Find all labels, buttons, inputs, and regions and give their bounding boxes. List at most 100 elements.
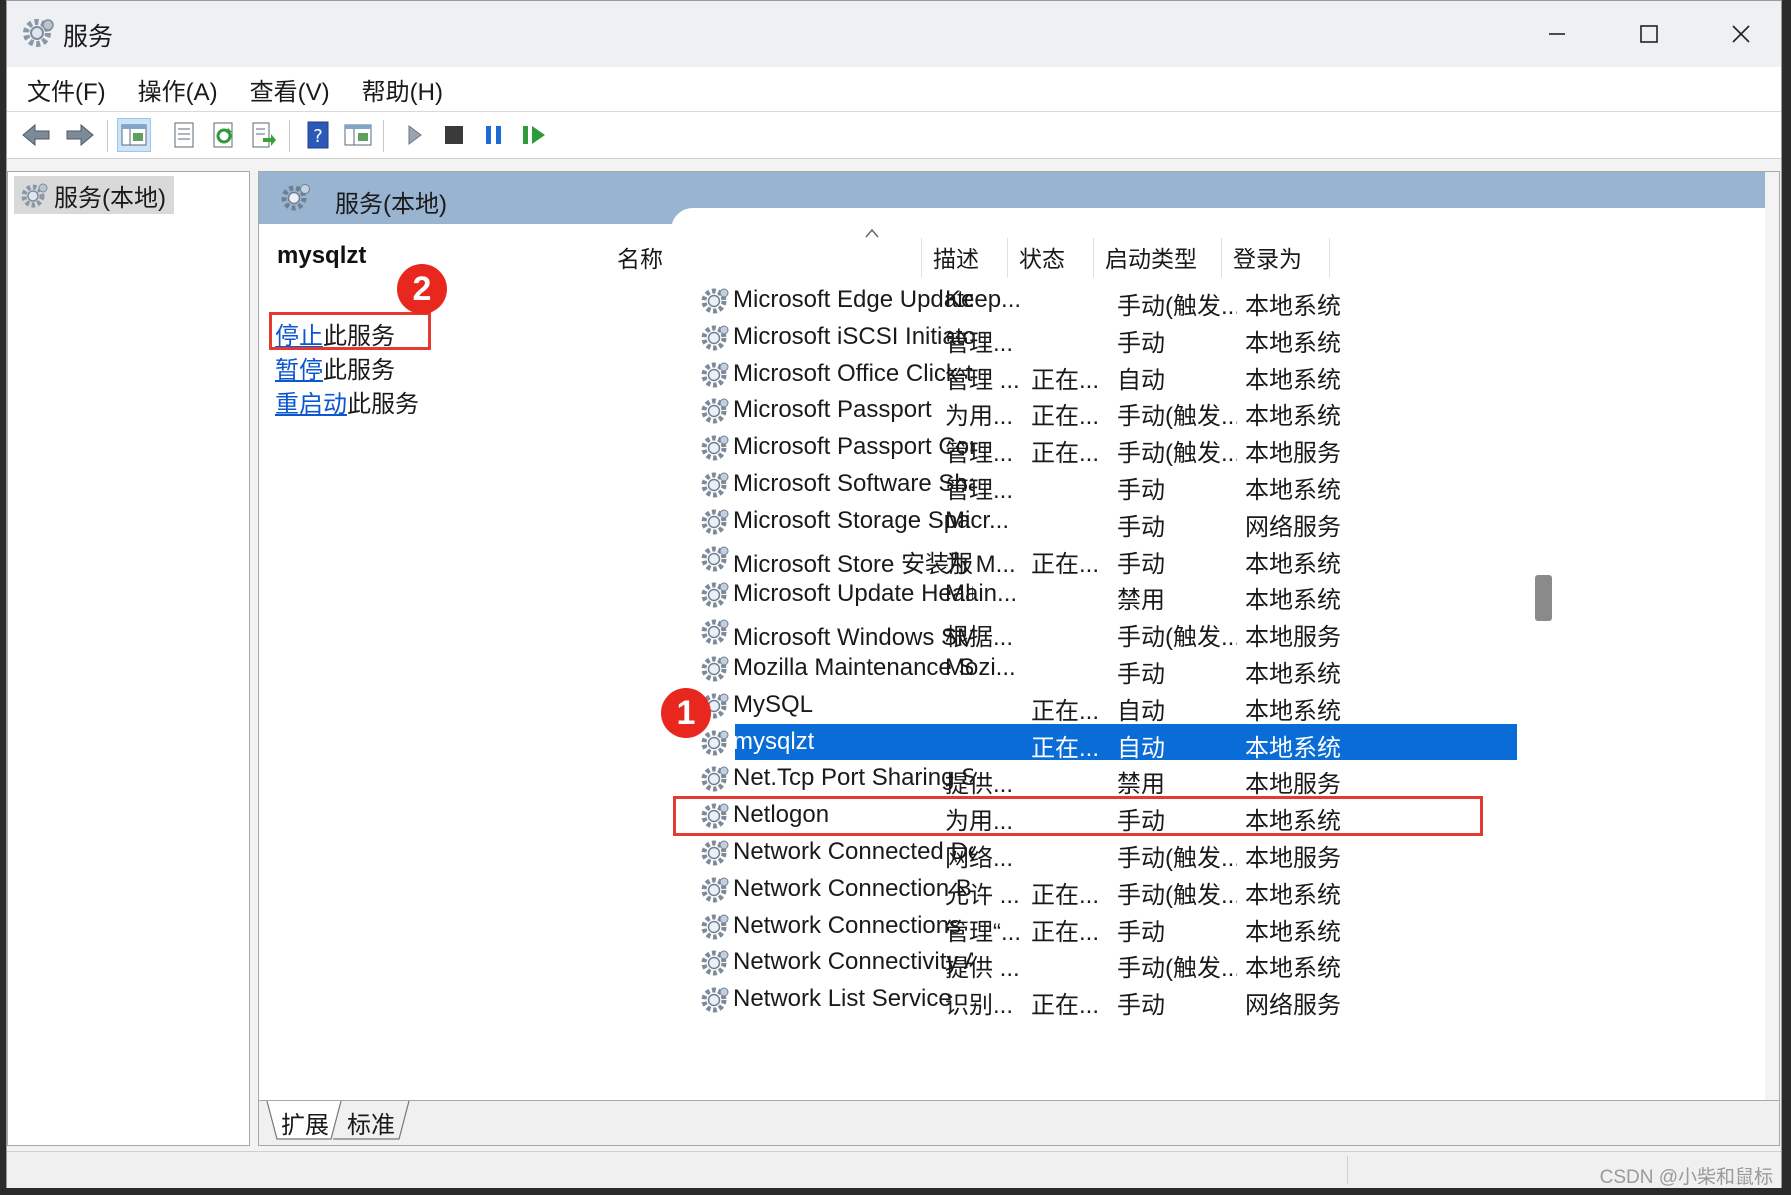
cell-log-on-as: 本地系统 [1245,697,1341,725]
refresh-button[interactable] [207,118,241,152]
cell-startup-type: 禁用 [1117,587,1165,615]
export-list-button[interactable] [247,118,281,152]
back-button[interactable] [19,118,53,152]
stop-service-button[interactable] [437,118,471,152]
service-row[interactable]: Network List Service 识别... 正在... 手动 网络服务 [697,979,1779,1021]
menu-file[interactable]: 文件(F) [27,72,106,107]
cell-name: Microsoft Software Shado... [733,470,973,497]
forward-button[interactable] [63,118,97,152]
maximize-button[interactable] [1603,1,1695,67]
tab-standard[interactable]: 标准 [341,1103,401,1141]
column-divider[interactable] [1007,238,1008,278]
service-row[interactable]: Microsoft Office Click-to-R...管理 ... 正在..… [697,354,1779,396]
column-divider[interactable] [1329,238,1330,278]
properties-button[interactable] [167,118,201,152]
menu-view[interactable]: 查看(V) [250,72,330,107]
service-row[interactable]: mysqlzt 正在... 自动 本地系统 [697,722,1779,764]
back-icon [22,123,50,147]
help-icon: ? [307,121,329,149]
column-divider[interactable] [1093,238,1094,278]
cell-description: 允许 ... [945,881,1020,909]
service-row[interactable]: Network Connection Broker允许 ... 正在... 手动(触… [697,869,1779,911]
cell-description: Keep... [945,286,1022,313]
services-list: Microsoft Edge Update Ser...Keep... 手动(触发… [697,280,1779,1072]
service-gear-icon [699,395,731,427]
service-row[interactable]: Microsoft Passport 为用... 正在... 手动(触发... 本地系统 [697,390,1779,432]
service-row[interactable]: MySQL 正在... 自动 本地系统 [697,685,1779,727]
cell-startup-type: 手动 [1117,513,1165,541]
cell-description: 管理... [945,329,1014,357]
cell-name: Network Connectivity Assis... [733,948,973,976]
cell-log-on-as: 本地系统 [1245,329,1341,357]
sort-ascending-icon [865,228,879,238]
service-row[interactable]: Microsoft Software Shado...管理... 手动 本地系统 [697,464,1779,506]
service-row[interactable]: Net.Tcp Port Sharing Service提供... 禁用 本地服务 [697,758,1779,800]
window-title: 服务 [63,23,114,51]
column-header-description[interactable]: 描述 [933,236,979,278]
cell-log-on-as: 本地系统 [1245,955,1341,983]
service-row[interactable]: Microsoft Passport Container管理... 正在... 手动… [697,427,1779,469]
cell-startup-type: 自动 [1117,734,1165,762]
column-header-startup-type[interactable]: 启动类型 [1105,236,1197,278]
service-row[interactable]: Mozilla Maintenance ServiceMozi... 手动 本地系统 [697,648,1779,690]
cell-status: 正在... [1031,550,1100,578]
details-view-button[interactable] [341,118,375,152]
service-row[interactable]: Microsoft iSCSI Initiator Ser...管理... 手动 本… [697,317,1779,359]
cell-description: 为用... [945,403,1014,431]
toolbar-separator [107,120,108,152]
toolbar-separator [383,120,384,152]
toolbar: ? [7,112,1781,159]
minimize-button[interactable] [1511,1,1603,67]
service-row[interactable]: Network Connectivity Assis...提供 ... 手动(触发… [697,942,1779,984]
start-service-button[interactable] [397,118,431,152]
tree-item-services-local[interactable]: 服务(本地) [14,176,174,214]
panel-header-title: 服务(本地) [335,191,447,218]
services-window: 服务 文件(F) 操作(A) 查看(V) 帮助(H) ? 服务(本地) 服务(本… [6,0,1782,1188]
service-row[interactable]: Network Connected Devic...网络... 手动(触发... 本… [697,832,1779,874]
service-row[interactable]: Network Connections 管理“... 正在... 手动 本地系统 [697,906,1779,948]
cell-startup-type: 手动 [1117,661,1165,688]
cell-log-on-as: 网络服务 [1245,992,1341,1020]
restart-service-action: 重启动此服务 [275,384,419,419]
scrollbar-thumb[interactable] [1535,575,1552,621]
service-row[interactable]: Microsoft Windows SMS 路...根据... 手动(触发... 本… [697,611,1779,653]
cell-startup-type: 禁用 [1117,771,1165,799]
cell-log-on-as: 本地系统 [1245,403,1341,431]
refresh-icon [213,122,233,148]
view-tabs: 扩展 标准 [258,1101,1780,1146]
show-console-tree-button[interactable] [117,118,151,152]
services-panel: 服务(本地) mysqlzt 停止此服务 暂停此服务 重启动此服务 2 名称 描… [258,171,1780,1101]
restart-service-link[interactable]: 重启动 [275,391,347,418]
service-row[interactable]: Microsoft Store 安装服务为 M... 正在... 手动 本地系统 [697,538,1779,580]
resume-service-button[interactable] [517,118,551,152]
vertical-scrollbar[interactable] [1765,172,1779,1100]
close-button[interactable] [1695,1,1787,67]
column-header-log-on-as[interactable]: 登录为 [1233,236,1302,278]
column-header-status[interactable]: 状态 [1019,236,1065,278]
column-divider[interactable] [921,238,922,278]
menu-action[interactable]: 操作(A) [138,72,218,107]
pause-service-icon [486,126,501,144]
service-row[interactable]: Microsoft Edge Update Ser...Keep... 手动(触发… [697,280,1779,322]
cell-status: 正在... [1031,697,1100,725]
pause-service-link[interactable]: 暂停 [275,357,323,384]
cell-description: 管理... [945,477,1014,504]
help-button[interactable]: ? [301,118,335,152]
tab-extended[interactable]: 扩展 [275,1103,335,1141]
service-row[interactable]: Microsoft Update Health S...Main... 禁用 本地系… [697,574,1779,616]
cell-description: Main... [945,580,1018,608]
minimize-icon [1549,33,1565,35]
pause-service-button[interactable] [477,118,511,152]
title-bar[interactable]: 服务 [7,1,1781,67]
column-header-name[interactable]: 名称 [617,236,663,278]
cell-log-on-as: 本地系统 [1245,550,1341,578]
cell-name: Microsoft Edge Update Ser... [733,286,973,313]
column-divider[interactable] [1221,238,1222,278]
service-row[interactable]: Microsoft Storage Spaces S...Micr... 手动 网络… [697,501,1779,543]
toolbar-separator [289,120,290,152]
menu-help[interactable]: 帮助(H) [362,72,443,107]
cell-name: Microsoft Storage Spaces S... [733,506,973,534]
annotation-box-stop [269,312,431,350]
cell-status: 正在... [1031,734,1100,762]
start-service-icon [408,125,422,145]
